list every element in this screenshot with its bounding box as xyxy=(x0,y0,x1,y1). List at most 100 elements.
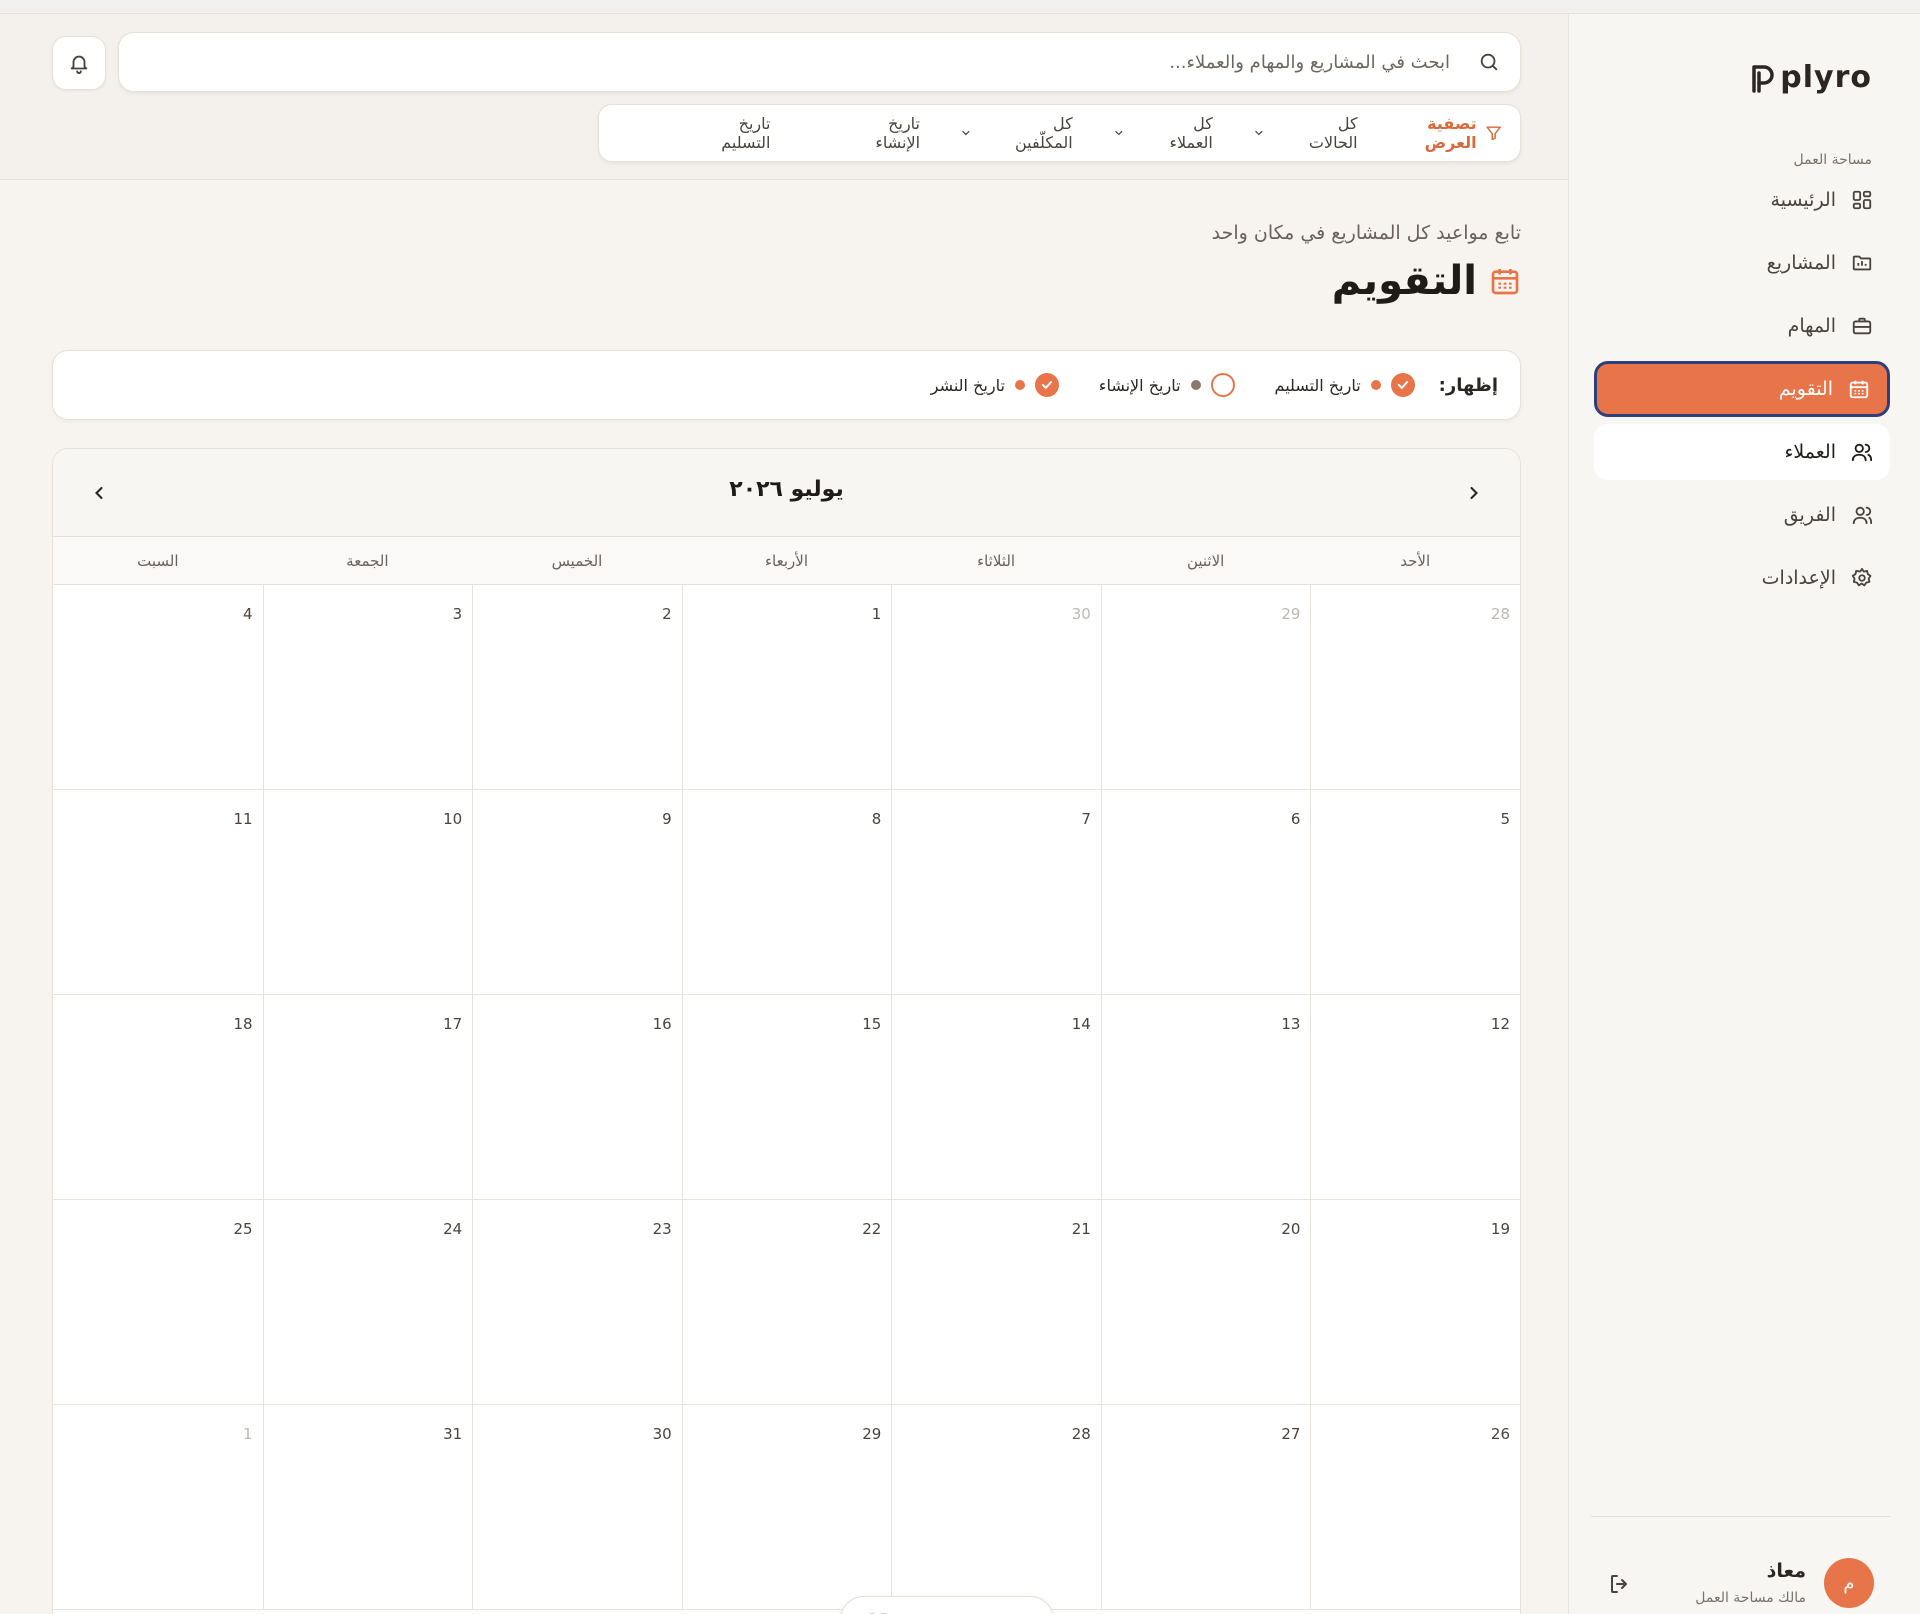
calendar-day-cell[interactable]: 13 xyxy=(1100,995,1311,1200)
calendar-day-cell[interactable]: 18 xyxy=(53,995,263,1200)
sidebar-item-tasks[interactable]: المهام xyxy=(1594,298,1890,354)
day-number: 24 xyxy=(443,1220,463,1238)
legend-bar: إظهار: تاريخ التسليم تاريخ الإنشاء تاريخ… xyxy=(52,350,1521,420)
legend-toggle-due-date[interactable]: تاريخ التسليم xyxy=(1275,373,1415,397)
status-filter-select[interactable]: كل الحالات xyxy=(1253,114,1358,152)
page-subtitle: تابع مواعيد كل المشاريع في مكان واحد xyxy=(1211,222,1521,244)
prev-month-button[interactable] xyxy=(1456,475,1492,511)
day-number: 8 xyxy=(871,810,882,828)
calendar-day-cell[interactable]: 17 xyxy=(262,995,473,1200)
calendar-day-cell[interactable]: 26 xyxy=(1310,1405,1520,1610)
calendar-day-cell[interactable]: 28 xyxy=(1310,585,1520,790)
calendar-day-cell[interactable]: 21 xyxy=(891,1200,1101,1405)
filter-icon xyxy=(1486,126,1501,141)
day-number: 29 xyxy=(862,1425,882,1443)
day-number: 30 xyxy=(652,1425,672,1443)
day-number: 22 xyxy=(862,1220,882,1238)
sidebar-item-calendar[interactable]: التقويم xyxy=(1594,361,1890,417)
day-number: 31 xyxy=(443,1425,463,1443)
check-icon[interactable] xyxy=(1390,373,1415,397)
weekday-label: الاثنين xyxy=(1186,552,1225,570)
calendar-day-cell[interactable]: 7 xyxy=(891,790,1101,995)
grid-icon xyxy=(1850,188,1874,212)
date-to-field[interactable]: تاريخ التسليم xyxy=(695,114,770,152)
calendar-day-cell[interactable]: 1 xyxy=(681,585,892,790)
search-input[interactable] xyxy=(139,33,1450,91)
sidebar-item-settings[interactable]: الإعدادات xyxy=(1594,550,1890,606)
calendar-day-cell[interactable]: 24 xyxy=(262,1200,473,1405)
day-number: 5 xyxy=(1500,810,1510,828)
sidebar-item-clients[interactable]: العملاء xyxy=(1594,424,1890,480)
calendar-day-cell[interactable]: 29 xyxy=(1100,585,1311,790)
day-number: 13 xyxy=(1281,1015,1301,1033)
logo-text: plyro xyxy=(1780,60,1872,95)
calendar-day-cell[interactable]: 9 xyxy=(472,790,682,995)
calendar-day-cell[interactable]: 8 xyxy=(681,790,892,995)
calendar-day-cell[interactable]: 30 xyxy=(891,585,1101,790)
calendar-day-cell[interactable]: 19 xyxy=(1310,1200,1520,1405)
assignee-filter-select[interactable]: كل المكلّفين xyxy=(960,114,1073,152)
calendar-day-cell[interactable]: 6 xyxy=(1100,790,1311,995)
top-header: تصفية العرض كل الحالات كل العملاء كل الم… xyxy=(0,14,1568,180)
calendar-day-cell[interactable]: 31 xyxy=(262,1405,473,1610)
sidebar-item-label: التقويم xyxy=(1778,378,1833,400)
calendar-day-cell[interactable]: 5 xyxy=(1310,790,1520,995)
unchecked-circle-icon[interactable] xyxy=(1210,373,1235,397)
calendar-day-cell[interactable]: 22 xyxy=(681,1200,892,1405)
calendar-day-cell[interactable]: 27 xyxy=(1100,1405,1311,1610)
floating-toolbar xyxy=(840,1596,1054,1614)
calendar-day-cell[interactable]: 12 xyxy=(1310,995,1520,1200)
calendar-day-cell[interactable]: 28 xyxy=(891,1405,1101,1610)
weekday-label: الأربعاء xyxy=(765,552,809,570)
legend-color-dot xyxy=(1190,380,1201,390)
legend-toggle-publish-date[interactable]: تاريخ النشر xyxy=(931,373,1059,397)
day-number: 27 xyxy=(1281,1425,1301,1443)
day-number: 20 xyxy=(1281,1220,1301,1238)
sidebar-item-projects[interactable]: المشاريع xyxy=(1594,235,1890,291)
calendar-icon xyxy=(1847,377,1871,401)
notifications-button[interactable] xyxy=(52,36,106,90)
day-number: 28 xyxy=(1071,1425,1091,1443)
calendar-day-cell[interactable]: 29 xyxy=(681,1405,892,1610)
calendar-day-cell[interactable]: 10 xyxy=(262,790,473,995)
app-logo[interactable]: plyro xyxy=(1750,60,1872,95)
day-number: 26 xyxy=(1490,1425,1510,1443)
plyro-logo-icon xyxy=(1752,64,1774,93)
calendar-day-cell[interactable]: 23 xyxy=(472,1200,682,1405)
user-profile[interactable]: م معاذ مالك مساحة العمل xyxy=(1594,1554,1890,1614)
day-number: 4 xyxy=(243,605,253,623)
legend-toggle-created-date[interactable]: تاريخ الإنشاء xyxy=(1099,373,1235,397)
calendar-day-cell[interactable]: 16 xyxy=(472,995,682,1200)
sidebar-item-label: الفريق xyxy=(1783,504,1836,526)
day-number: 16 xyxy=(652,1015,672,1033)
logout-icon[interactable] xyxy=(1608,1572,1634,1598)
sidebar-item-home[interactable]: الرئيسية xyxy=(1594,172,1890,228)
page-title: التقويم xyxy=(1331,258,1477,304)
calendar-day-cell[interactable]: 2 xyxy=(472,585,682,790)
calendar-day-cell[interactable]: 25 xyxy=(53,1200,263,1405)
calendar-day-cell[interactable]: 14 xyxy=(891,995,1101,1200)
client-filter-value: كل العملاء xyxy=(1169,114,1213,152)
client-filter-select[interactable]: كل العملاء xyxy=(1113,114,1213,152)
user-name: معاذ xyxy=(1766,1560,1806,1582)
sidebar-item-label: الإعدادات xyxy=(1761,567,1836,589)
sidebar-nav: الرئيسية المشاريع المهام التقويم العملاء xyxy=(1594,172,1890,613)
avatar[interactable]: م xyxy=(1824,1558,1874,1608)
calendar-day-cell[interactable]: 11 xyxy=(53,790,263,995)
calendar-day-cell[interactable]: 1 xyxy=(53,1405,263,1610)
sidebar-item-label: المشاريع xyxy=(1766,252,1836,274)
month-label: يوليو ٢٠٢٦ xyxy=(729,477,844,502)
day-number: 19 xyxy=(1490,1220,1510,1238)
calendar-day-cell[interactable]: 20 xyxy=(1100,1200,1311,1405)
weekday-label: الجمعة xyxy=(346,552,389,570)
date-from-field[interactable]: تاريخ الإنشاء xyxy=(848,114,920,152)
search-bar xyxy=(118,32,1521,92)
calendar-day-cell[interactable]: 30 xyxy=(472,1405,682,1610)
sidebar-item-team[interactable]: الفريق xyxy=(1594,487,1890,543)
calendar-day-cell[interactable]: 4 xyxy=(53,585,263,790)
calendar-day-cell[interactable]: 3 xyxy=(262,585,473,790)
calendar-day-cell[interactable]: 15 xyxy=(681,995,892,1200)
check-icon[interactable] xyxy=(1034,373,1059,397)
legend-item-label: تاريخ النشر xyxy=(930,375,1005,395)
day-number: 23 xyxy=(652,1220,672,1238)
